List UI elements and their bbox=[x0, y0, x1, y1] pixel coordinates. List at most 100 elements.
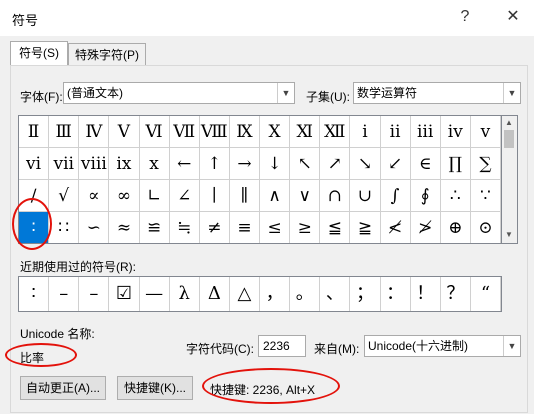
symbol-cell[interactable]: ≧ bbox=[350, 212, 381, 243]
symbol-cell[interactable]: ⅷ bbox=[79, 148, 110, 180]
tab-symbols[interactable]: 符号(S) bbox=[10, 41, 68, 66]
selection-highlight-ring bbox=[12, 198, 52, 250]
symbol-cell[interactable]: ≦ bbox=[320, 212, 351, 243]
autocorrect-button[interactable]: 自动更正(A)... bbox=[20, 376, 106, 400]
symbol-cell[interactable]: Ⅷ bbox=[199, 116, 230, 148]
symbol-cell[interactable]: Ⅳ bbox=[79, 116, 110, 148]
from-dropdown[interactable]: Unicode(十六进制) ▼ bbox=[364, 335, 521, 357]
symbol-cell[interactable]: ⅸ bbox=[109, 148, 140, 180]
symbol-cell[interactable]: → bbox=[229, 148, 260, 180]
symbol-cell[interactable]: ≮ bbox=[381, 212, 411, 243]
symbol-cell[interactable]: Ⅶ bbox=[169, 116, 200, 148]
recent-symbol-cell[interactable]: Δ bbox=[200, 277, 230, 311]
recent-symbol-cell[interactable]: ☑ bbox=[109, 277, 140, 311]
symbol-cell[interactable]: ↖ bbox=[290, 148, 321, 180]
symbol-cell[interactable]: ≌ bbox=[140, 212, 170, 243]
symbol-grid[interactable]: Ⅱ Ⅲ Ⅳ Ⅴ Ⅵ Ⅶ Ⅷ Ⅸ Ⅹ Ⅺ Ⅻⅰ ⅱ ⅲ ⅳ ⅴ ⅵ ⅶ ⅷ ⅸ ⅹ ← ↑ → ↓ ↖ ↗ ↘ ↙ ∈ ∏ ∑ ∕ √ ∝ ∞ ∟ ∠ ∣ ∥… bbox=[18, 115, 502, 244]
recent-symbol-cell[interactable]: — bbox=[140, 277, 170, 311]
symbol-cell[interactable]: ⅰ bbox=[350, 116, 381, 148]
symbol-cell[interactable]: Ⅻ bbox=[320, 116, 351, 148]
symbol-cell[interactable]: ∟ bbox=[139, 180, 170, 212]
symbol-cell[interactable]: ≯ bbox=[411, 212, 441, 243]
scrollbar-thumb[interactable] bbox=[504, 130, 514, 148]
symbol-cell[interactable]: ∫ bbox=[380, 180, 411, 212]
recent-symbol-cell[interactable]: 。 bbox=[290, 277, 321, 311]
symbol-cell[interactable]: Ⅵ bbox=[139, 116, 170, 148]
recent-symbol-cell[interactable]: ！ bbox=[411, 277, 441, 311]
symbol-cell[interactable]: ≤ bbox=[260, 212, 291, 243]
recent-symbol-cell[interactable]: △ bbox=[230, 277, 260, 311]
symbol-cell[interactable]: ⅲ bbox=[410, 116, 441, 148]
symbol-cell[interactable]: ∣ bbox=[199, 180, 230, 212]
recent-symbol-cell[interactable]: – bbox=[49, 277, 80, 311]
recent-symbol-cell[interactable]: ∶ bbox=[19, 277, 50, 311]
symbol-cell[interactable]: ∴ bbox=[440, 180, 471, 212]
recent-symbol-cell[interactable]: ： bbox=[381, 277, 411, 311]
scroll-down-icon[interactable]: ▼ bbox=[505, 230, 513, 239]
symbol-cell[interactable]: ∑ bbox=[470, 148, 501, 180]
font-dropdown[interactable]: (普通文本) ▼ bbox=[63, 82, 295, 104]
subset-dropdown[interactable]: 数学运算符 ▼ bbox=[353, 82, 521, 104]
subset-label: 子集(U): bbox=[306, 90, 350, 104]
symbol-cell[interactable]: ↙ bbox=[380, 148, 411, 180]
symbol-cell[interactable]: ⅳ bbox=[440, 116, 471, 148]
symbol-cell[interactable]: ∪ bbox=[350, 180, 381, 212]
chevron-down-icon: ▼ bbox=[503, 83, 520, 103]
recent-symbol-cell[interactable]: ？ bbox=[441, 277, 471, 311]
close-button[interactable]: ✕ bbox=[498, 4, 528, 30]
symbol-cell[interactable]: ⅱ bbox=[380, 116, 411, 148]
shortcut-key-button[interactable]: 快捷键(K)... bbox=[117, 376, 193, 400]
symbol-cell[interactable]: ↓ bbox=[260, 148, 291, 180]
symbol-cell[interactable]: ≠ bbox=[200, 212, 230, 243]
recent-symbols-list[interactable]: ∶ – – ☑ — λ Δ △，。、；：！？ “ bbox=[18, 276, 502, 312]
symbol-cell[interactable]: ∩ bbox=[320, 180, 351, 212]
symbol-cell[interactable]: ⊙ bbox=[471, 212, 501, 243]
from-label: 来自(M): bbox=[314, 342, 360, 356]
symbol-cell[interactable]: ↑ bbox=[199, 148, 230, 180]
symbol-cell[interactable]: ∞ bbox=[109, 180, 140, 212]
symbol-cell[interactable]: √ bbox=[49, 180, 80, 212]
tab-special-characters[interactable]: 特殊字符(P) bbox=[68, 43, 146, 66]
recent-symbol-cell[interactable]: λ bbox=[170, 277, 200, 311]
symbol-cell[interactable]: ⅵ bbox=[19, 148, 50, 180]
symbol-cell[interactable]: ∮ bbox=[410, 180, 441, 212]
symbol-cell[interactable]: ⅶ bbox=[49, 148, 80, 180]
symbol-cell[interactable]: ∽ bbox=[79, 212, 110, 243]
symbol-cell[interactable]: Ⅴ bbox=[109, 116, 140, 148]
charcode-input[interactable]: 2236 bbox=[258, 335, 306, 357]
dialog-title: 符号 bbox=[12, 13, 39, 28]
symbol-cell[interactable]: Ⅹ bbox=[260, 116, 291, 148]
symbol-cell[interactable]: ∧ bbox=[260, 180, 291, 212]
recent-symbol-cell[interactable]: ； bbox=[350, 277, 381, 311]
recent-symbol-cell[interactable]: ， bbox=[260, 277, 291, 311]
symbol-cell[interactable]: ⅴ bbox=[470, 116, 501, 148]
symbol-cell[interactable]: ↗ bbox=[320, 148, 351, 180]
symbol-cell[interactable]: ≒ bbox=[170, 212, 200, 243]
symbol-cell[interactable]: ∨ bbox=[290, 180, 321, 212]
symbol-cell[interactable]: ∠ bbox=[169, 180, 200, 212]
symbol-cell[interactable]: ← bbox=[169, 148, 200, 180]
symbol-cell[interactable]: ∈ bbox=[410, 148, 441, 180]
symbol-cell[interactable]: Ⅺ bbox=[290, 116, 321, 148]
symbol-cell[interactable]: ≡ bbox=[230, 212, 260, 243]
symbol-cell[interactable]: ∵ bbox=[470, 180, 501, 212]
recent-symbol-cell[interactable]: 、 bbox=[320, 277, 351, 311]
symbol-grid-scrollbar[interactable]: ▲ ▼ bbox=[502, 115, 518, 244]
symbol-cell[interactable]: Ⅸ bbox=[229, 116, 260, 148]
symbol-cell[interactable]: ∏ bbox=[440, 148, 471, 180]
symbol-cell[interactable]: ∝ bbox=[79, 180, 110, 212]
symbol-cell[interactable]: ∷ bbox=[49, 212, 80, 243]
symbol-cell[interactable]: ⊕ bbox=[441, 212, 471, 243]
symbol-cell[interactable]: Ⅲ bbox=[49, 116, 80, 148]
help-button[interactable]: ? bbox=[450, 4, 480, 30]
symbol-cell[interactable]: Ⅱ bbox=[19, 116, 50, 148]
symbol-cell[interactable]: ⅹ bbox=[139, 148, 170, 180]
symbol-cell[interactable]: ∥ bbox=[229, 180, 260, 212]
recent-symbol-cell[interactable]: “ bbox=[471, 277, 501, 311]
symbol-cell[interactable]: ≥ bbox=[290, 212, 321, 243]
symbol-cell[interactable]: ↘ bbox=[350, 148, 381, 180]
symbol-cell[interactable]: ≈ bbox=[109, 212, 140, 243]
scroll-up-icon[interactable]: ▲ bbox=[505, 118, 513, 127]
recent-symbol-cell[interactable]: – bbox=[79, 277, 110, 311]
chevron-down-icon: ▼ bbox=[277, 83, 294, 103]
